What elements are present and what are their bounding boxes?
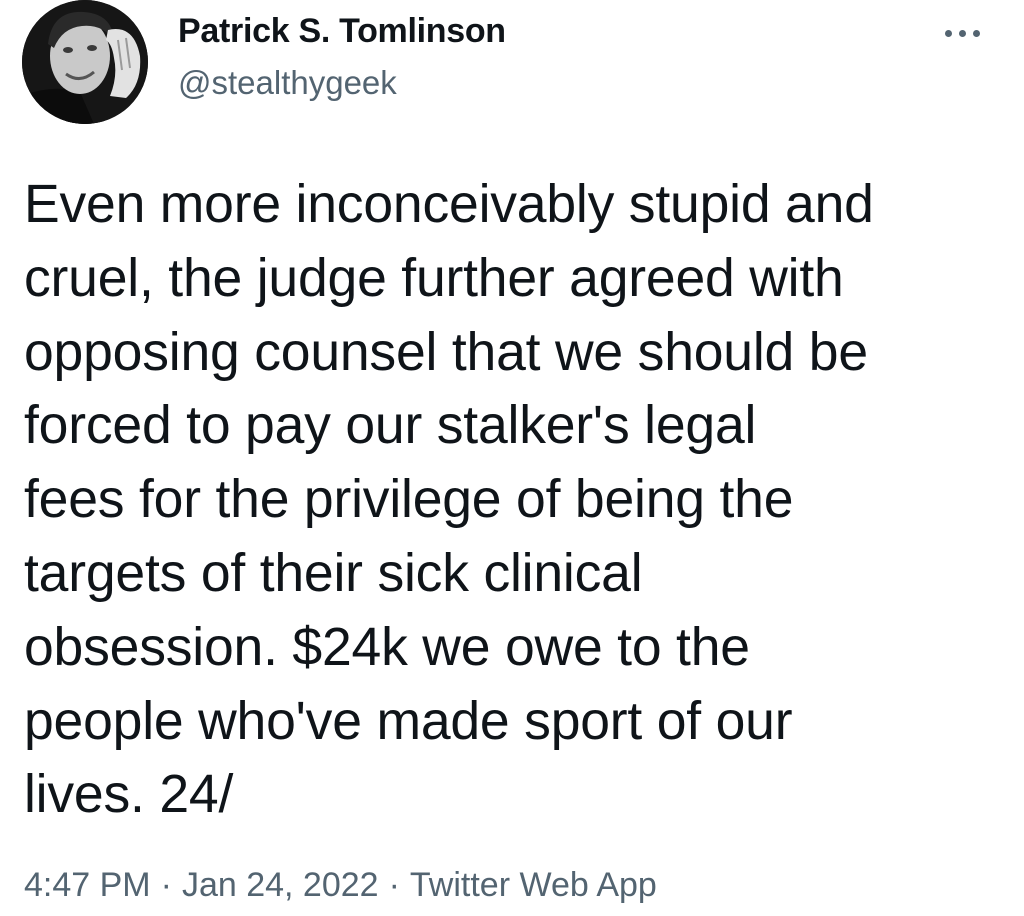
- avatar[interactable]: [22, 0, 148, 124]
- tweet-card: Patrick S. Tomlinson @stealthygeek Even …: [0, 0, 1024, 916]
- tweet-source[interactable]: Twitter Web App: [410, 866, 657, 904]
- profile-photo-icon: [22, 0, 148, 124]
- more-horizontal-icon: [944, 29, 952, 37]
- tweet-date[interactable]: Jan 24, 2022: [182, 866, 379, 904]
- tweet-text: Even more inconceivably stupid and cruel…: [24, 175, 874, 825]
- author-display-name[interactable]: Patrick S. Tomlinson: [178, 12, 506, 51]
- more-horizontal-icon: [958, 29, 966, 37]
- author-handle[interactable]: @stealthygeek: [178, 64, 397, 102]
- separator: ·: [160, 866, 172, 904]
- more-horizontal-icon: [972, 29, 980, 37]
- tweet-metadata: 4:47 PM · Jan 24, 2022 · Twitter Web App: [24, 866, 657, 905]
- more-options-button[interactable]: [934, 18, 990, 48]
- separator: ·: [388, 866, 400, 904]
- tweet-time[interactable]: 4:47 PM: [24, 866, 151, 904]
